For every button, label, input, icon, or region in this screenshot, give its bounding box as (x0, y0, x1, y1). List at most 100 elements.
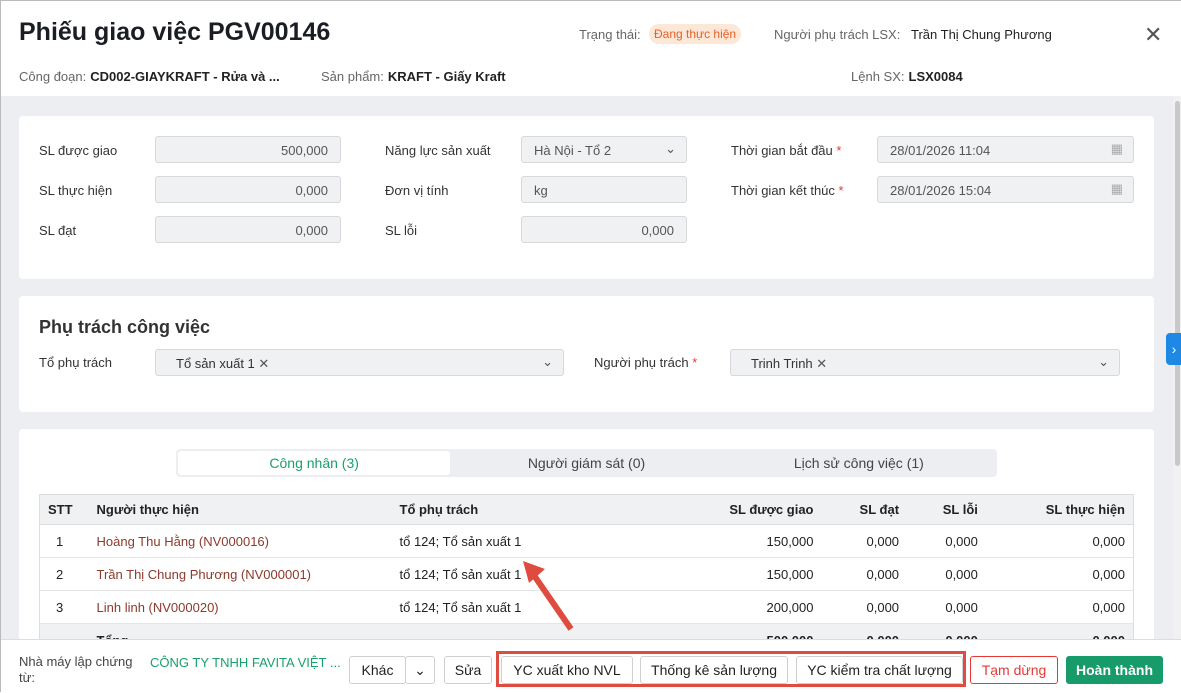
total-row: Tổng 500,000 0,000 0,000 0,000 (39, 623, 1134, 639)
table-cell: 150,000 (701, 524, 822, 558)
assigned-label: SL được giao (39, 143, 118, 158)
chevron-down-icon: ⌄ (665, 141, 676, 156)
person-select[interactable]: Trinh Trinh ✕ ⌄ (730, 349, 1120, 376)
other-button[interactable]: Khác (349, 656, 406, 684)
capacity-select[interactable]: Hà Nội - Tổ 2 ⌄ (521, 136, 687, 163)
table-cell: Linh linh (NV000020) (81, 590, 392, 624)
table-cell: 1 (39, 524, 82, 558)
product-label: Sản phẩm: (321, 69, 384, 84)
table-header: STT Người thực hiện Tổ phụ trách SL được… (39, 494, 1134, 525)
pass-field[interactable]: 0,000 (155, 216, 341, 243)
start-label-text: Thời gian bắt đầu (731, 143, 833, 158)
pause-button[interactable]: Tạm dừng (970, 656, 1058, 684)
error-field[interactable]: 0,000 (521, 216, 687, 243)
quality-check-button[interactable]: YC kiểm tra chất lượng (796, 656, 963, 684)
col-stt: STT (39, 494, 82, 525)
done-field[interactable]: 0,000 (155, 176, 341, 203)
unit-field[interactable]: kg (521, 176, 687, 203)
expand-panel-icon[interactable]: › (1166, 333, 1181, 365)
modal-header: Phiếu giao việc PGV00146 Trạng thái: Đan… (1, 1, 1181, 96)
calendar-icon: ▦ (1110, 181, 1123, 196)
unit-label: Đơn vị tính (385, 183, 449, 198)
status-label: Trạng thái: (579, 27, 641, 42)
section-title: Phụ trách công việc (39, 317, 211, 337)
stage-value: CD002-GIAYKRAFT - Rửa và ... (90, 69, 280, 84)
col-error: SL lỗi (907, 494, 986, 525)
total-assigned: 500,000 (701, 623, 822, 639)
tab-supervisors[interactable]: Người giám sát (0) (450, 451, 722, 475)
status-badge: Đang thực hiện (649, 24, 742, 44)
remove-tag-icon[interactable]: ✕ (816, 356, 827, 371)
close-icon[interactable]: ✕ (1144, 22, 1162, 48)
required-mark: * (836, 143, 842, 158)
table-cell: 0,000 (821, 590, 908, 624)
quantity-card: SL được giao 500,000 SL thực hiện 0,000 … (19, 116, 1154, 279)
table-cell: 0,000 (907, 524, 986, 558)
table-cell: 200,000 (701, 590, 822, 624)
complete-button[interactable]: Hoàn thành (1066, 656, 1163, 684)
edit-button[interactable]: Sửa (444, 656, 492, 684)
order-label: Lệnh SX: (851, 69, 905, 84)
table-cell: 0,000 (821, 557, 908, 591)
start-field[interactable]: 28/01/2026 11:04 ▦ (877, 136, 1134, 163)
stage-meta: Công đoạn: CD002-GIAYKRAFT - Rửa và ... (19, 69, 280, 84)
workers-table: STT Người thực hiện Tổ phụ trách SL được… (39, 494, 1134, 639)
table-cell: 0,000 (985, 524, 1134, 558)
owner-label: Người phụ trách LSX: (774, 27, 901, 42)
calendar-icon: ▦ (1110, 141, 1123, 156)
done-label: SL thực hiện (39, 183, 113, 198)
start-value: 28/01/2026 11:04 (890, 143, 991, 158)
required-mark: * (692, 355, 698, 370)
output-stats-button[interactable]: Thống kê sản lượng (640, 656, 788, 684)
table-row[interactable]: 2 Trần Thị Chung Phương (NV000001) tổ 124;… (39, 557, 1134, 591)
team-select[interactable]: Tổ sản xuất 1 ✕ ⌄ (155, 349, 564, 376)
scrollbar[interactable] (1173, 96, 1181, 639)
table-cell: 0,000 (985, 557, 1134, 591)
col-team: Tổ phụ trách (391, 494, 702, 525)
total-pass: 0,000 (821, 623, 908, 639)
table-row[interactable]: 3 Linh linh (NV000020) tổ 124; Tổ sản xuất… (39, 590, 1134, 624)
tab-workers[interactable]: Công nhân (3) (178, 451, 451, 475)
col-assigned: SL được giao (701, 494, 822, 525)
table-cell: 0,000 (821, 524, 908, 558)
end-value: 28/01/2026 15:04 (890, 183, 992, 198)
product-meta: Sản phẩm: KRAFT - Giấy Kraft (321, 69, 506, 84)
table-cell: Hoàng Thu Hằng (NV000016) (81, 524, 392, 558)
table-cell: 0,000 (985, 590, 1134, 624)
chevron-down-icon: ⌄ (542, 354, 553, 369)
capacity-value: Hà Nội - Tổ 2 (534, 143, 612, 158)
table-cell: 150,000 (701, 557, 822, 591)
table-row[interactable]: 1 Hoàng Thu Hằng (NV000016) tổ 124; Tổ sản… (39, 524, 1134, 558)
footer: Nhà máy lập chứng từ: CÔNG TY TNHH FAVIT… (1, 639, 1181, 693)
col-worker: Người thực hiện (81, 494, 392, 525)
total-cell (39, 623, 82, 639)
capacity-label: Năng lực sản xuất (385, 143, 491, 158)
team-tag: Tổ sản xuất 1 (176, 356, 255, 371)
assigned-field[interactable]: 500,000 (155, 136, 341, 163)
remove-tag-icon[interactable]: ✕ (258, 356, 269, 371)
person-tag: Trinh Trinh (751, 356, 813, 371)
table-cell: 2 (39, 557, 82, 591)
product-value: KRAFT - Giấy Kraft (387, 69, 506, 84)
annotation-arrow (523, 561, 574, 631)
factory-link[interactable]: CÔNG TY TNHH FAVITA VIỆT ... (150, 655, 341, 670)
owner-value: Trần Thị Chung Phương (911, 27, 1052, 42)
person-label-text: Người phụ trách (594, 355, 689, 370)
factory-label: Nhà máy lập chứng từ: (19, 654, 133, 685)
page-title: Phiếu giao việc PGV00146 (19, 18, 331, 46)
required-mark: * (838, 183, 844, 198)
order-value: LSX0084 (908, 69, 963, 84)
material-request-button[interactable]: YC xuất kho NVL (501, 656, 633, 684)
tab-history[interactable]: Lịch sử công việc (1) (723, 451, 995, 475)
end-field[interactable]: 28/01/2026 15:04 ▦ (877, 176, 1134, 203)
chevron-down-icon[interactable]: ⌄ (405, 656, 435, 684)
assignment-card: Phụ trách công việc Tổ phụ trách Tổ sản … (19, 296, 1154, 412)
start-label: Thời gian bắt đầu * (731, 143, 841, 158)
table-cell: 0,000 (907, 590, 986, 624)
table-cell: Trần Thị Chung Phương (NV000001) (81, 557, 392, 591)
total-done: 0,000 (985, 623, 1134, 639)
col-pass: SL đạt (821, 494, 908, 525)
person-label: Người phụ trách * (594, 355, 697, 370)
table-cell: tổ 124; Tổ sản xuất 1 (391, 524, 702, 558)
error-label: SL lỗi (385, 223, 418, 238)
